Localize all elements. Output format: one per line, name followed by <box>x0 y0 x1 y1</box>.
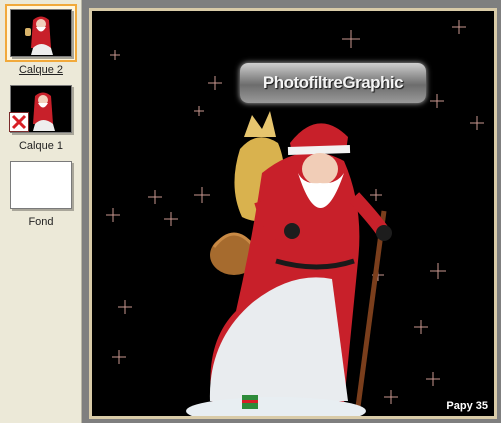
signature-text: Papy 35 <box>446 400 488 412</box>
layer-fond[interactable]: Fond <box>0 158 82 228</box>
layer-thumbnail-santa <box>10 9 72 57</box>
layer-label: Calque 2 <box>18 64 64 76</box>
layer-thumbnail-wrap <box>7 158 75 212</box>
layer-label: Fond <box>28 216 54 228</box>
hidden-layer-icon[interactable] <box>9 112 29 132</box>
layer-label: Calque 1 <box>18 140 64 152</box>
layer-thumbnail-white <box>10 161 72 209</box>
workspace: PhotofiltreGraphic Papy 35 <box>83 0 501 423</box>
layer-thumbnail-wrap <box>5 4 77 62</box>
layer-calque-2[interactable]: Calque 2 <box>0 4 82 76</box>
watermark-text: PhotofiltreGraphic <box>262 73 404 92</box>
layer-thumbnail-wrap <box>7 82 75 136</box>
image-canvas[interactable]: PhotofiltreGraphic Papy 35 <box>89 8 497 419</box>
layer-calque-1[interactable]: Calque 1 <box>0 82 82 152</box>
watermark-banner: PhotofiltreGraphic <box>240 63 426 103</box>
layers-panel: Calque 2 Calque 1 Fond <box>0 0 82 423</box>
